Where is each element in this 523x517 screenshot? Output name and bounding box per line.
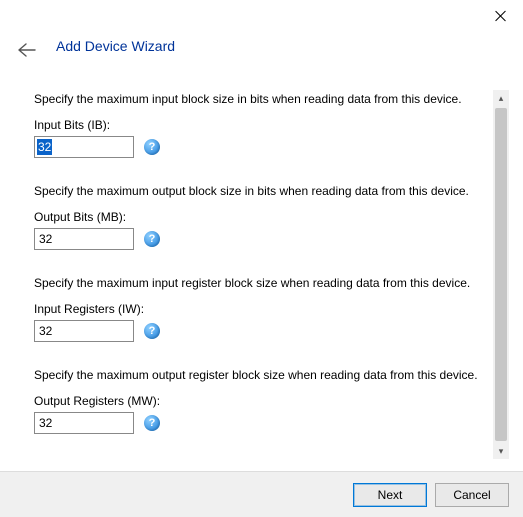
row-output-registers: ? (34, 412, 483, 434)
back-button[interactable] (16, 42, 36, 58)
help-icon[interactable]: ? (144, 323, 160, 339)
input-bits-field[interactable] (34, 136, 134, 158)
group-output-registers: Specify the maximum output register bloc… (34, 368, 483, 434)
desc-output-registers: Specify the maximum output register bloc… (34, 368, 483, 382)
group-input-bits: Specify the maximum input block size in … (34, 92, 483, 158)
row-output-bits: ? (34, 228, 483, 250)
output-bits-field[interactable] (34, 228, 134, 250)
scrollbar-up-icon[interactable]: ▴ (493, 90, 509, 106)
page-title: Add Device Wizard (56, 38, 175, 54)
input-registers-field[interactable] (34, 320, 134, 342)
scrollbar-thumb[interactable] (495, 108, 507, 441)
desc-output-bits: Specify the maximum output block size in… (34, 184, 483, 198)
row-input-bits: 32 ? (34, 136, 483, 158)
row-input-registers: ? (34, 320, 483, 342)
next-button[interactable]: Next (353, 483, 427, 507)
help-icon[interactable]: ? (144, 415, 160, 431)
wizard-window: Add Device Wizard Specify the maximum in… (0, 0, 523, 517)
output-registers-field[interactable] (34, 412, 134, 434)
label-input-bits: Input Bits (IB): (34, 118, 483, 132)
footer: Next Cancel (0, 471, 523, 517)
cancel-button[interactable]: Cancel (435, 483, 509, 507)
desc-input-registers: Specify the maximum input register block… (34, 276, 483, 290)
scrollbar-down-icon[interactable]: ▾ (493, 443, 509, 459)
label-input-registers: Input Registers (IW): (34, 302, 483, 316)
close-icon[interactable] (493, 8, 509, 24)
label-output-bits: Output Bits (MB): (34, 210, 483, 224)
input-bits-wrap: 32 (34, 136, 134, 158)
help-icon[interactable]: ? (144, 139, 160, 155)
help-icon[interactable]: ? (144, 231, 160, 247)
group-output-bits: Specify the maximum output block size in… (34, 184, 483, 250)
content-area: Specify the maximum input block size in … (0, 80, 523, 469)
group-input-registers: Specify the maximum input register block… (34, 276, 483, 342)
scrollbar[interactable]: ▴ ▾ (493, 90, 509, 459)
form-content: Specify the maximum input block size in … (34, 92, 483, 469)
label-output-registers: Output Registers (MW): (34, 394, 483, 408)
desc-input-bits: Specify the maximum input block size in … (34, 92, 483, 106)
header: Add Device Wizard (0, 36, 523, 66)
